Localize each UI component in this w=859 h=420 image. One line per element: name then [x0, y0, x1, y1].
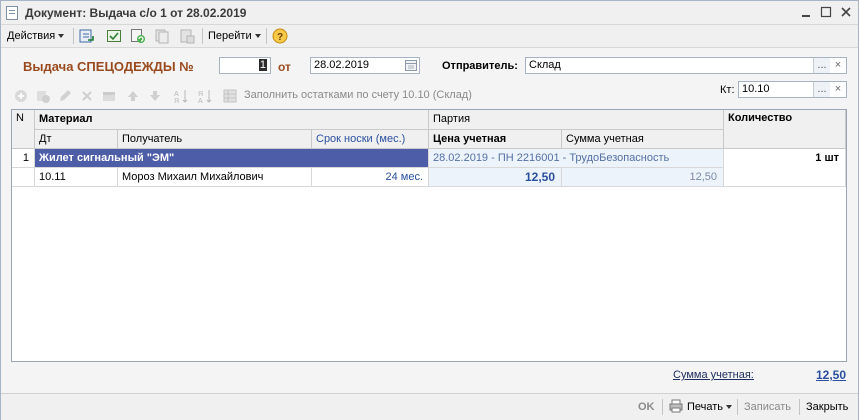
cell-sum[interactable]: 12,50 [562, 168, 724, 187]
document-icon [6, 6, 18, 20]
chevron-down-icon [254, 34, 261, 39]
sum-total-value[interactable]: 12,50 [816, 368, 846, 382]
col-header-sum[interactable]: Сумма учетная [562, 130, 724, 149]
svg-text:A: A [174, 91, 179, 98]
cell-n[interactable]: 1 [12, 149, 35, 168]
from-label: от [278, 60, 291, 74]
move-up-icon [125, 88, 141, 107]
col-header-quantity[interactable]: Количество [724, 110, 846, 149]
svg-text:Я: Я [174, 98, 179, 104]
cell-dt[interactable]: 10.11 [35, 168, 118, 187]
sender-select-button[interactable]: ... [813, 58, 830, 73]
edit-row-icon [57, 88, 73, 107]
bottom-separator [662, 399, 663, 415]
close-icon[interactable] [839, 5, 853, 19]
kt-label: Кт: [720, 84, 735, 96]
printer-icon[interactable] [669, 399, 683, 413]
col-header-wear-period[interactable]: Срок носки (мес.) [312, 130, 429, 149]
doc-number-field[interactable]: 1 [219, 57, 271, 74]
toolbar-separator [202, 28, 203, 44]
refresh-icon[interactable] [130, 28, 146, 44]
col-header-recipient[interactable]: Получатель [118, 130, 312, 149]
help-icon[interactable]: ? [272, 28, 288, 44]
col-header-dt[interactable]: Дт [35, 130, 118, 149]
date-value: 28.02.2019 [314, 59, 370, 71]
cell-batch[interactable]: 28.02.2019 - ПН 2216001 - ТрудоБезопасно… [429, 149, 724, 168]
cell-material[interactable]: Жилет сигнальный "ЭМ" [35, 149, 429, 168]
cell-price[interactable]: 12,50 [429, 168, 562, 187]
sort-asc-icon: AЯ [173, 88, 189, 107]
kt-value: 10.10 [742, 83, 770, 95]
kt-select-button[interactable]: ... [813, 82, 830, 97]
date-field[interactable]: 28.02.2019 [310, 57, 420, 74]
fill-balances-button[interactable]: Заполнить остатками по счету 10.10 (Скла… [244, 89, 472, 101]
bottom-separator [737, 399, 738, 415]
sender-label: Отправитель: [442, 60, 518, 72]
goto-menu[interactable]: Перейти [208, 28, 261, 44]
main-toolbar: Действия Перейти ? [1, 25, 858, 48]
document-type-label: Выдача СПЕЦОДЕЖДЫ № [23, 59, 194, 74]
chevron-down-icon [58, 34, 65, 39]
copy-disabled-icon [154, 28, 170, 44]
bottom-bar: OK Печать Записать Закрыть [1, 393, 858, 420]
window-title: Документ: Выдача с/о 1 от 28.02.2019 [25, 6, 247, 20]
bottom-separator [799, 399, 800, 415]
help-glyph: ? [277, 32, 283, 43]
minimize-icon[interactable] [799, 5, 813, 19]
move-down-icon [147, 88, 163, 107]
save-button[interactable]: Записать [744, 400, 791, 414]
toolbar-separator [73, 28, 74, 44]
print-label: Печать [687, 401, 724, 413]
sum-total-label: Сумма учетная: [673, 369, 754, 381]
actions-menu[interactable]: Действия [7, 28, 65, 44]
kt-field[interactable]: 10.10 ... × [738, 81, 847, 98]
close-button[interactable]: Закрыть [806, 400, 848, 414]
materials-table: N Материал Партия Количество Дт Получате… [11, 109, 847, 362]
col-header-n[interactable]: N [12, 110, 35, 149]
add-row-icon [13, 88, 29, 107]
post-and-close-icon[interactable] [79, 28, 95, 44]
svg-text:A: A [198, 98, 203, 104]
end-edit-icon [101, 88, 117, 107]
col-header-material[interactable]: Материал [35, 110, 429, 130]
table-toolbar: AЯ ЯA Заполнить остатками по счету 10.10… [13, 88, 483, 106]
kt-clear-icon[interactable]: × [830, 82, 846, 97]
chevron-down-icon [726, 405, 733, 410]
cell-n-empty[interactable] [12, 168, 35, 187]
post-icon[interactable] [106, 28, 122, 44]
svg-text:Я: Я [198, 91, 203, 98]
doc-number-value: 1 [258, 59, 267, 71]
goto-label: Перейти [208, 30, 252, 42]
toolbar-separator [266, 28, 267, 44]
structure-disabled-icon [179, 28, 195, 44]
sort-desc-icon: ЯA [197, 88, 213, 107]
print-button[interactable]: Печать [687, 400, 733, 414]
cell-quantity[interactable]: 1 шт [724, 149, 846, 168]
document-window: Документ: Выдача с/о 1 от 28.02.2019 Дей… [0, 0, 859, 420]
title-bar: Документ: Выдача с/о 1 от 28.02.2019 [1, 1, 858, 25]
col-header-price[interactable]: Цена учетная [429, 130, 562, 149]
maximize-icon[interactable] [819, 5, 833, 19]
sender-value: Склад [529, 59, 561, 71]
cell-wear-period[interactable]: 24 мес. [312, 168, 429, 187]
copy-row-icon [35, 88, 51, 107]
fill-table-icon [222, 88, 238, 104]
ok-button[interactable]: OK [638, 400, 655, 414]
cell-quantity-empty[interactable] [724, 168, 846, 187]
actions-label: Действия [7, 30, 56, 42]
cell-recipient[interactable]: Мороз Михаил Михайлович [118, 168, 312, 187]
calendar-icon[interactable] [405, 60, 417, 71]
delete-row-icon [79, 88, 95, 107]
col-header-batch[interactable]: Партия [429, 110, 724, 130]
sender-field[interactable]: Склад ... × [525, 57, 847, 74]
sender-clear-icon[interactable]: × [830, 58, 846, 73]
